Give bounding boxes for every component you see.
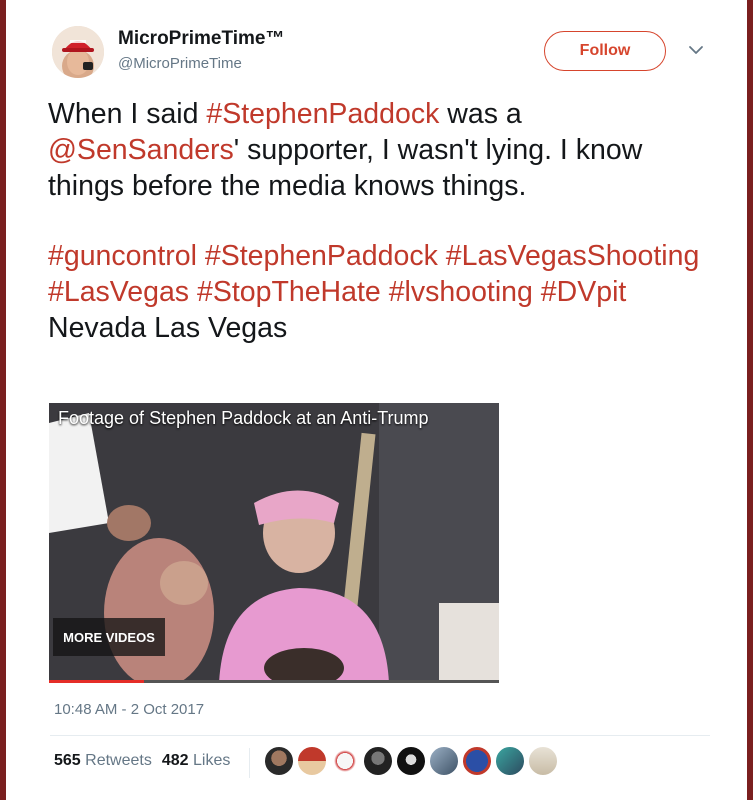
tweet-text: When I said #StephenPaddock was a @SenSa…	[48, 96, 708, 346]
hashtag-link[interactable]: #DVpit	[541, 276, 627, 308]
liker-avatar[interactable]	[264, 746, 294, 776]
display-name[interactable]: MicroPrimeTime™	[118, 28, 284, 50]
likes-stat[interactable]: 482 Likes	[162, 752, 231, 769]
retweets-stat[interactable]: 565 Retweets	[54, 752, 152, 769]
liker-avatar[interactable]	[429, 746, 459, 776]
hashtag-link[interactable]: #LasVegasShooting	[446, 240, 700, 272]
video-progress-fill	[49, 680, 144, 683]
liker-avatar[interactable]	[363, 746, 393, 776]
tweet-text-segment: When I said	[48, 98, 207, 130]
video-player[interactable]: Footage of Stephen Paddock at an Anti-Tr…	[49, 403, 499, 683]
liker-avatars	[264, 746, 561, 776]
likes-label: Likes	[193, 752, 231, 769]
retweets-count: 565	[54, 752, 81, 769]
likes-count: 482	[161, 752, 189, 769]
user-handle[interactable]: @MicroPrimeTime	[118, 55, 242, 72]
tweet-stats: 565 Retweets 482 Likes	[54, 752, 230, 770]
liker-avatar[interactable]	[396, 746, 426, 776]
more-videos-button[interactable]: MORE VIDEOS	[53, 618, 165, 656]
liker-avatar[interactable]	[330, 746, 360, 776]
hashtag-link[interactable]: #StephenPaddock	[206, 98, 439, 130]
retweets-label: Retweets	[85, 752, 152, 769]
tweet-paragraph: #guncontrol #StephenPaddock #LasVegasSho…	[48, 238, 708, 346]
tweet-timestamp[interactable]: 10:48 AM - 2 Oct 2017	[54, 701, 204, 718]
liker-avatar[interactable]	[495, 746, 525, 776]
mention-link[interactable]: @SenSanders	[48, 134, 234, 166]
user-avatar[interactable]	[52, 26, 104, 78]
hashtag-link[interactable]: #StephenPaddock	[205, 240, 438, 272]
chevron-down-icon[interactable]	[686, 40, 706, 60]
liker-avatar[interactable]	[462, 746, 492, 776]
liker-avatar[interactable]	[528, 746, 558, 776]
hashtag-link[interactable]: #guncontrol	[48, 240, 197, 272]
hashtag-link[interactable]: #StopTheHate	[197, 276, 381, 308]
stats-divider	[249, 748, 250, 778]
tweet-text-segment: Nevada Las Vegas	[48, 312, 288, 344]
divider	[50, 735, 710, 736]
tweet-text-segment: was a	[439, 98, 522, 130]
hashtag-link[interactable]: #lvshooting	[389, 276, 533, 308]
hashtag-link[interactable]: #LasVegas	[48, 276, 189, 308]
follow-button[interactable]: Follow	[544, 31, 666, 71]
video-title[interactable]: Footage of Stephen Paddock at an Anti-Tr…	[58, 408, 429, 429]
video-progress-bar[interactable]	[49, 680, 499, 683]
tweet-card: MicroPrimeTime™ @MicroPrimeTime Follow W…	[6, 0, 747, 800]
tweet-paragraph: When I said #StephenPaddock was a @SenSa…	[48, 96, 708, 204]
liker-avatar[interactable]	[297, 746, 327, 776]
